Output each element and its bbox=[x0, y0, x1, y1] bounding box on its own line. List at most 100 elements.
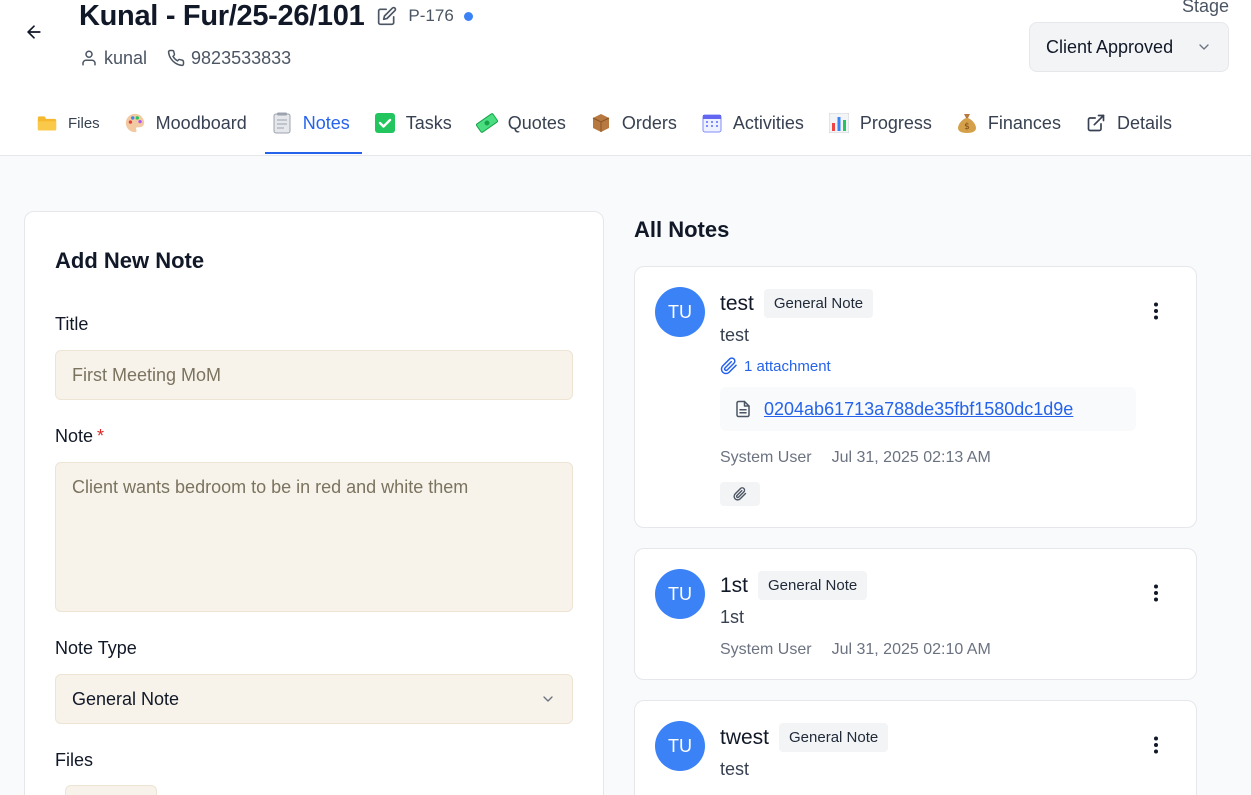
project-id: P-176 bbox=[408, 6, 454, 25]
note-type-label: Note Type bbox=[55, 638, 137, 658]
tab-details[interactable]: Details bbox=[1085, 100, 1184, 146]
note-title: twest bbox=[720, 725, 770, 749]
note-textarea[interactable]: Client wants bedroom to be in red and wh… bbox=[55, 462, 573, 612]
tab-files[interactable]: Files bbox=[36, 100, 112, 146]
client-info: kunal bbox=[80, 48, 147, 69]
title-value: First Meeting MoM bbox=[72, 364, 222, 385]
tab-notes[interactable]: Notes bbox=[264, 100, 362, 154]
note-card: TU 1st General Note 1st System User Jul … bbox=[634, 548, 1197, 680]
stage-select[interactable]: Client Approved bbox=[1029, 22, 1229, 72]
project-tabs: Files Moodboard Notes Tasks Quotes Order… bbox=[36, 100, 1196, 155]
package-icon bbox=[590, 112, 612, 134]
note-label: Note * bbox=[55, 426, 105, 446]
tab-label: Activities bbox=[732, 112, 804, 133]
chevron-down-icon bbox=[1199, 44, 1209, 50]
chevron-down-icon bbox=[543, 696, 553, 702]
stage-label: Stage bbox=[1181, 0, 1229, 16]
form-heading: Add New Note bbox=[55, 248, 205, 273]
folder-icon bbox=[36, 112, 58, 134]
money-icon bbox=[475, 112, 498, 134]
page-header: Kunal - Fur/25-26/101 P-176 kunal 982353… bbox=[0, 0, 1251, 156]
note-type-select[interactable]: General Note bbox=[55, 674, 573, 724]
attachment-link[interactable]: 0204ab61713a788de35fbf1580dc1d9e bbox=[764, 399, 1073, 420]
note-menu-button[interactable] bbox=[1146, 735, 1166, 755]
note-header: 1st General Note bbox=[720, 571, 868, 600]
svg-text:$: $ bbox=[964, 122, 970, 132]
tab-label: Orders bbox=[621, 112, 677, 133]
palette-icon bbox=[124, 112, 146, 134]
add-note-card: Add New Note Title First Meeting MoM Not… bbox=[24, 211, 604, 795]
note-type-badge: General Note bbox=[779, 723, 889, 752]
note-meta: System User Jul 31, 2025 02:10 AM bbox=[720, 641, 991, 659]
more-vertical-icon bbox=[1154, 584, 1158, 602]
attachment-item: 0204ab61713a788de35fbf1580dc1d9e bbox=[720, 387, 1136, 431]
arrow-left-icon bbox=[27, 25, 41, 39]
files-label: Files bbox=[55, 750, 94, 770]
tab-label: Finances bbox=[987, 112, 1061, 133]
title-label: Title bbox=[55, 314, 89, 334]
paperclip-icon bbox=[733, 487, 747, 501]
paperclip-icon bbox=[720, 357, 737, 375]
attachment-toggle[interactable]: 1 attachment bbox=[720, 357, 831, 375]
required-mark: * bbox=[97, 426, 105, 446]
tab-label: Progress bbox=[859, 112, 932, 133]
avatar: TU bbox=[655, 569, 705, 619]
note-author: System User bbox=[720, 641, 812, 658]
tab-quotes[interactable]: Quotes bbox=[475, 100, 578, 146]
note-title: 1st bbox=[720, 573, 749, 597]
back-button[interactable] bbox=[22, 20, 46, 44]
avatar: TU bbox=[655, 287, 705, 337]
checkbox-icon bbox=[374, 112, 396, 134]
note-menu-button[interactable] bbox=[1146, 583, 1166, 603]
tab-finances[interactable]: $ Finances bbox=[956, 100, 1073, 146]
note-title: test bbox=[720, 291, 754, 315]
note-date: Jul 31, 2025 02:10 AM bbox=[831, 641, 991, 658]
user-icon bbox=[82, 50, 96, 66]
file-icon bbox=[736, 400, 750, 418]
tab-tasks[interactable]: Tasks bbox=[374, 100, 464, 146]
project-meta: kunal 9823533833 bbox=[80, 46, 305, 70]
title-row: Kunal - Fur/25-26/101 P-176 bbox=[79, 0, 473, 32]
note-body: test bbox=[720, 325, 750, 345]
avatar: TU bbox=[655, 721, 705, 771]
edit-button[interactable] bbox=[376, 5, 398, 27]
tab-orders[interactable]: Orders bbox=[590, 100, 689, 146]
note-author: System User bbox=[720, 449, 812, 466]
external-link-icon bbox=[1085, 112, 1107, 134]
tab-label: Moodboard bbox=[155, 112, 247, 133]
note-type-value: General Note bbox=[72, 688, 180, 709]
note-menu-button[interactable] bbox=[1146, 301, 1166, 321]
edit-icon bbox=[378, 6, 397, 26]
file-upload-button[interactable] bbox=[65, 785, 157, 795]
tab-progress[interactable]: Progress bbox=[828, 100, 944, 146]
note-card: TU twest General Note test bbox=[634, 700, 1197, 795]
note-value: Client wants bedroom to be in red and wh… bbox=[72, 477, 469, 497]
note-card: TU test General Note test 1 attachment 0… bbox=[634, 266, 1197, 528]
note-header: twest General Note bbox=[720, 723, 889, 752]
project-title: Kunal - Fur/25-26/101 bbox=[79, 0, 365, 32]
tab-label: Quotes bbox=[507, 112, 566, 133]
tab-label: Details bbox=[1116, 112, 1172, 133]
note-meta: System User Jul 31, 2025 02:13 AM bbox=[720, 449, 991, 467]
more-vertical-icon bbox=[1154, 302, 1158, 320]
more-vertical-icon bbox=[1154, 736, 1158, 754]
all-notes-heading: All Notes bbox=[634, 217, 730, 242]
stage-value: Client Approved bbox=[1046, 36, 1174, 57]
note-header: test General Note bbox=[720, 289, 874, 318]
tab-moodboard[interactable]: Moodboard bbox=[124, 100, 259, 146]
tab-label: Notes bbox=[302, 112, 350, 133]
tab-activities[interactable]: Activities bbox=[701, 100, 816, 146]
status-dot bbox=[463, 11, 473, 21]
note-body: test bbox=[720, 759, 750, 779]
tab-label: Tasks bbox=[405, 112, 452, 133]
notepad-icon bbox=[271, 112, 293, 134]
note-type-badge: General Note bbox=[758, 571, 868, 600]
note-date: Jul 31, 2025 02:13 AM bbox=[831, 449, 991, 466]
attach-file-button[interactable] bbox=[720, 482, 760, 506]
title-input[interactable]: First Meeting MoM bbox=[55, 350, 573, 400]
phone-info: 9823533833 bbox=[167, 48, 291, 69]
phone-icon bbox=[167, 49, 185, 67]
client-name: kunal bbox=[104, 47, 148, 68]
money-bag-icon: $ bbox=[956, 112, 978, 134]
phone-number: 9823533833 bbox=[191, 47, 292, 68]
